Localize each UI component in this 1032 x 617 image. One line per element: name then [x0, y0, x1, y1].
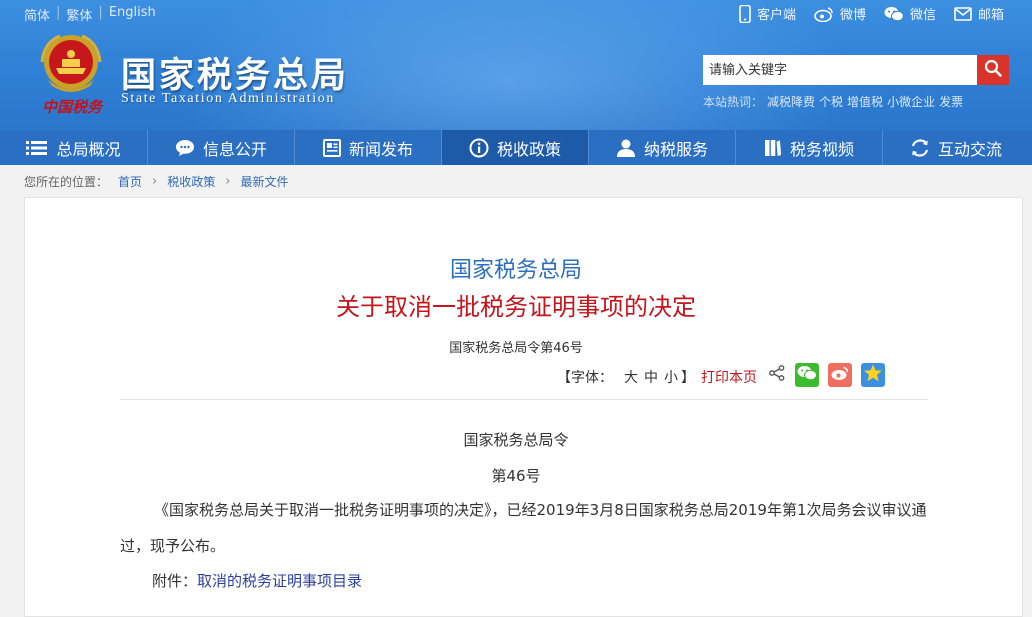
share-bar: [768, 363, 885, 387]
language-switcher: 简体 | 繁体 | English: [24, 5, 156, 24]
chat-bubble-icon: [175, 139, 195, 157]
lang-english[interactable]: English: [109, 5, 156, 24]
wechat-link[interactable]: 微信: [884, 4, 936, 23]
nav-label: 总局概况: [56, 139, 121, 159]
share-weibo-button[interactable]: [828, 363, 852, 387]
lang-traditional[interactable]: 繁体: [66, 5, 92, 24]
breadcrumb-label: 您所在的位置：: [24, 175, 109, 189]
breadcrumb-home[interactable]: 首页: [118, 173, 142, 190]
info-icon: [469, 138, 489, 158]
breadcrumb-tax-policy[interactable]: 税收政策: [167, 173, 215, 190]
article-title-issuer: 国家税务总局: [449, 258, 582, 283]
client-label: 客户端: [756, 8, 796, 23]
issuer-line: 国家税务总局令: [463, 431, 569, 449]
font-size-medium[interactable]: 中: [641, 367, 661, 387]
chevron-right-icon: ›: [225, 174, 231, 189]
emblem-caption: 中国税务: [42, 98, 103, 116]
hotword-link[interactable]: 小微企业: [887, 93, 935, 110]
weibo-icon: [830, 365, 850, 385]
mail-label: 邮箱: [977, 8, 1004, 23]
top-links: 客户端 微博 微信 邮箱: [739, 4, 1004, 23]
search-box: [703, 55, 1009, 85]
search-button[interactable]: [977, 55, 1009, 85]
newspaper-icon: [322, 138, 341, 157]
nav-label: 信息公开: [202, 139, 267, 159]
hotword-link[interactable]: 发票: [939, 93, 963, 110]
nav-item-interaction[interactable]: 互动交流: [882, 130, 1029, 165]
site-title-en: State Taxation Administration: [121, 91, 335, 106]
nav-label: 税务视频: [789, 139, 854, 159]
national-emblem-logo[interactable]: [40, 32, 102, 96]
chevron-right-icon: ›: [152, 174, 158, 189]
content-divider: [120, 399, 928, 400]
hot-words: 本站热词： 减税降费 个税 增值税 小微企业 发票: [703, 93, 963, 110]
order-number: 第46号: [491, 467, 541, 485]
nav-item-news[interactable]: 新闻发布: [294, 130, 441, 165]
share-qzone-button[interactable]: [861, 363, 885, 387]
search-input[interactable]: [703, 55, 977, 85]
nav-label: 互动交流: [937, 139, 1002, 159]
sync-icon: [910, 138, 930, 157]
print-page-link[interactable]: 打印本页: [701, 367, 757, 387]
nav-label: 纳税服务: [643, 139, 708, 159]
article-paragraph: 《国家税务总局关于取消一批税务证明事项的决定》，已经2019年3月8日国家税务总…: [120, 501, 927, 555]
menu-icon: [26, 140, 48, 156]
weibo-link[interactable]: 微博: [814, 4, 866, 23]
video-book-icon: [764, 139, 782, 157]
nav-item-info-disclosure[interactable]: 信息公开: [147, 130, 294, 165]
wechat-label: 微信: [909, 8, 936, 23]
font-size-close: 】: [681, 370, 695, 386]
font-size-large[interactable]: 大: [621, 367, 641, 387]
search-icon: [984, 59, 1002, 81]
nav-label: 新闻发布: [348, 139, 413, 159]
article-title: 关于取消一批税务证明事项的决定: [336, 293, 696, 321]
mail-icon: [954, 6, 972, 21]
attachment-line: 附件：取消的税务证明事项目录: [152, 570, 362, 591]
nav-item-taxpayer-service[interactable]: 纳税服务: [588, 130, 735, 165]
hotword-link[interactable]: 增值税: [847, 93, 883, 110]
mail-link[interactable]: 邮箱: [954, 4, 1004, 23]
weibo-icon: [814, 6, 834, 22]
wechat-icon: [884, 6, 904, 22]
wechat-icon: [797, 365, 817, 385]
site-header: 简体 | 繁体 | English 客户端 微博 微信 邮箱 中国税务 国家税务…: [0, 0, 1032, 130]
lang-simplified[interactable]: 简体: [24, 5, 50, 24]
breadcrumb-latest-docs[interactable]: 最新文件: [240, 173, 288, 190]
client-link[interactable]: 客户端: [739, 4, 796, 23]
share-wechat-button[interactable]: [795, 363, 819, 387]
hotwords-label: 本站热词：: [703, 95, 764, 109]
article-tools: 【字体： 大 中 小 】 打印本页: [557, 364, 757, 390]
main-nav: 总局概况 信息公开 新闻发布 税收政策 纳税服务 税务视频 互动交流: [0, 130, 1032, 165]
star-icon: [863, 363, 883, 387]
font-size-small[interactable]: 小: [661, 367, 681, 387]
hotword-link[interactable]: 减税降费: [767, 93, 815, 110]
breadcrumb: 您所在的位置： 首页 › 税收政策 › 最新文件: [24, 173, 288, 190]
document-number: 国家税务总局令第46号: [449, 341, 583, 356]
weibo-label: 微博: [839, 8, 866, 23]
nav-item-tax-policy[interactable]: 税收政策: [441, 130, 588, 165]
person-icon: [616, 138, 636, 158]
nav-item-tax-video[interactable]: 税务视频: [735, 130, 882, 165]
attachment-label: 附件：: [152, 572, 198, 590]
nav-label: 税收政策: [496, 139, 561, 159]
mobile-icon: [739, 4, 751, 23]
nav-item-overview[interactable]: 总局概况: [0, 130, 147, 165]
attachment-link[interactable]: 取消的税务证明事项目录: [197, 572, 362, 590]
share-icon[interactable]: [768, 364, 786, 386]
font-size-label: 【字体：: [557, 370, 613, 386]
hotword-link[interactable]: 个税: [819, 93, 843, 110]
